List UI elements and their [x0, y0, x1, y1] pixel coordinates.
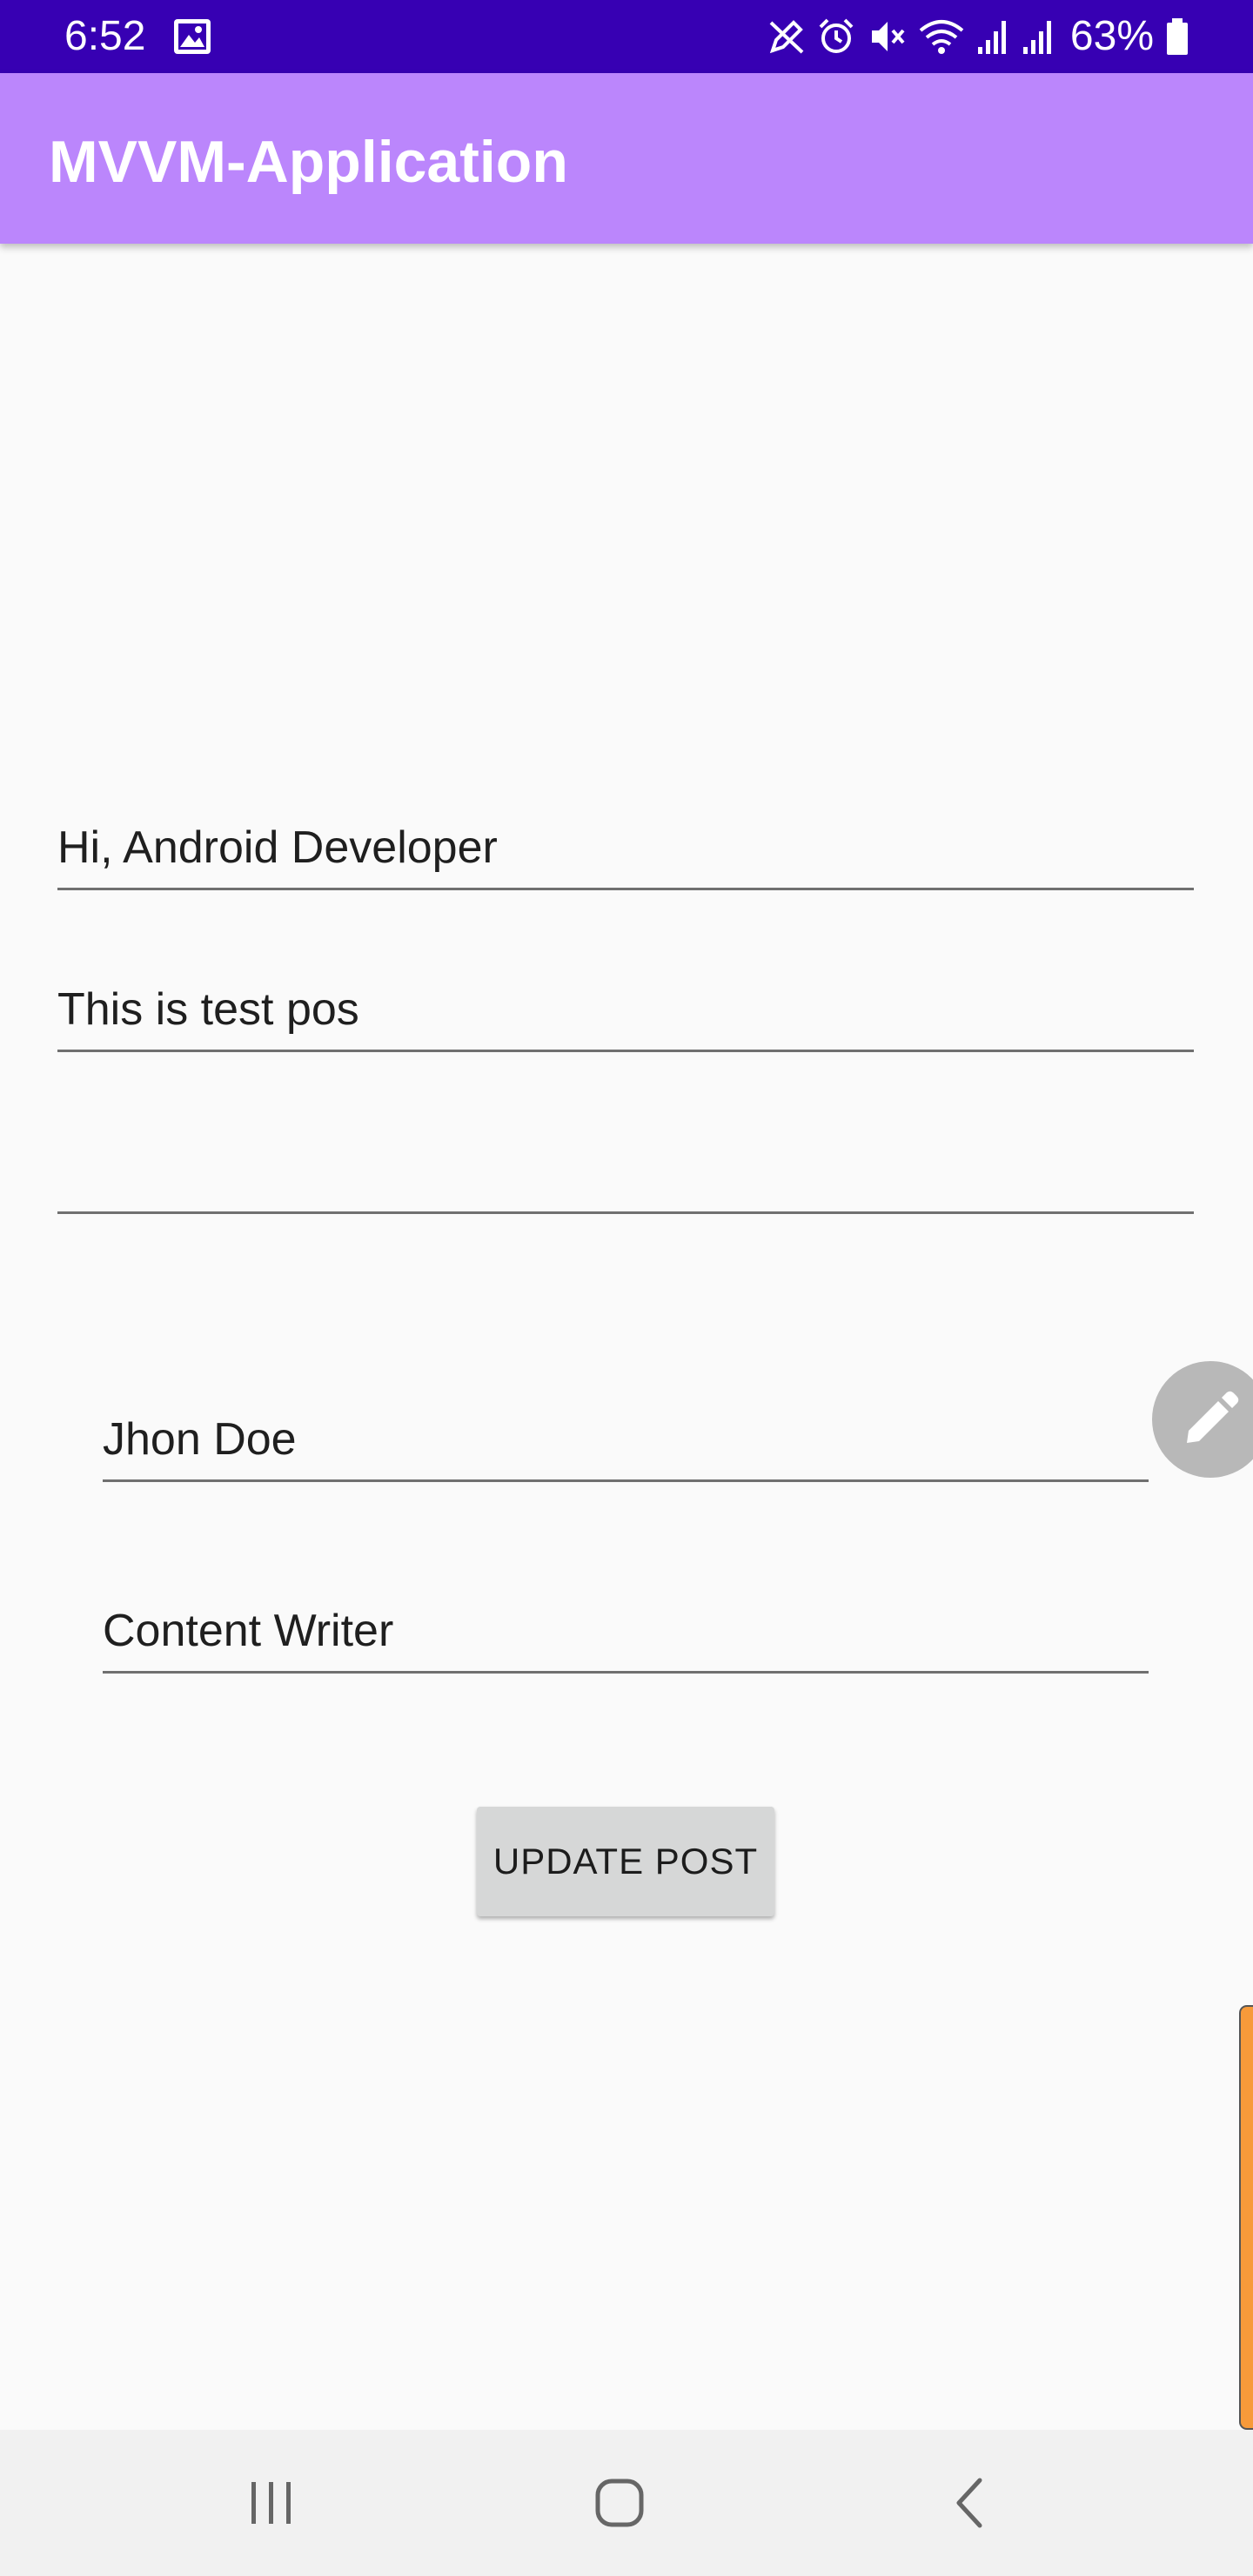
- battery-icon: [1167, 18, 1188, 55]
- battery-percent: 63%: [1069, 13, 1154, 59]
- recents-icon[interactable]: [237, 2468, 306, 2538]
- post-body-value: This is test pos: [57, 984, 359, 1035]
- author-role-field[interactable]: Content Writer: [103, 1601, 1149, 1674]
- image-icon: [174, 19, 211, 54]
- author-name-field[interactable]: Jhon Doe: [103, 1410, 1149, 1482]
- author-role-value: Content Writer: [103, 1606, 394, 1656]
- post-title-value: Hi, Android Developer: [57, 822, 498, 873]
- post-body-field[interactable]: This is test pos: [57, 980, 1194, 1052]
- author-name-value: Jhon Doe: [103, 1414, 297, 1465]
- update-post-button[interactable]: UPDATE POST: [477, 1807, 774, 1916]
- home-icon[interactable]: [585, 2468, 654, 2538]
- alarm-icon: [819, 18, 854, 53]
- app-title: MVVM-Application: [49, 129, 568, 195]
- signal-icon: [1022, 21, 1051, 54]
- signal-icon: [977, 21, 1006, 54]
- status-bar: 6:52 63%: [0, 0, 1253, 73]
- status-time: 6:52: [64, 13, 146, 59]
- back-icon[interactable]: [936, 2468, 1006, 2538]
- scroll-indicator[interactable]: [1239, 2005, 1253, 2430]
- pencil-icon: [1187, 1391, 1239, 1443]
- navigation-bar: [0, 2430, 1253, 2576]
- wifi-icon: [919, 20, 964, 54]
- pen-icon: [769, 20, 804, 54]
- edit-fab[interactable]: [1152, 1361, 1253, 1478]
- empty-field[interactable]: [57, 1142, 1194, 1214]
- mute-icon: [871, 22, 905, 51]
- app-bar: MVVM-Application: [0, 73, 1253, 244]
- post-title-field[interactable]: Hi, Android Developer: [57, 818, 1194, 890]
- status-icons: 63%: [767, 12, 1190, 61]
